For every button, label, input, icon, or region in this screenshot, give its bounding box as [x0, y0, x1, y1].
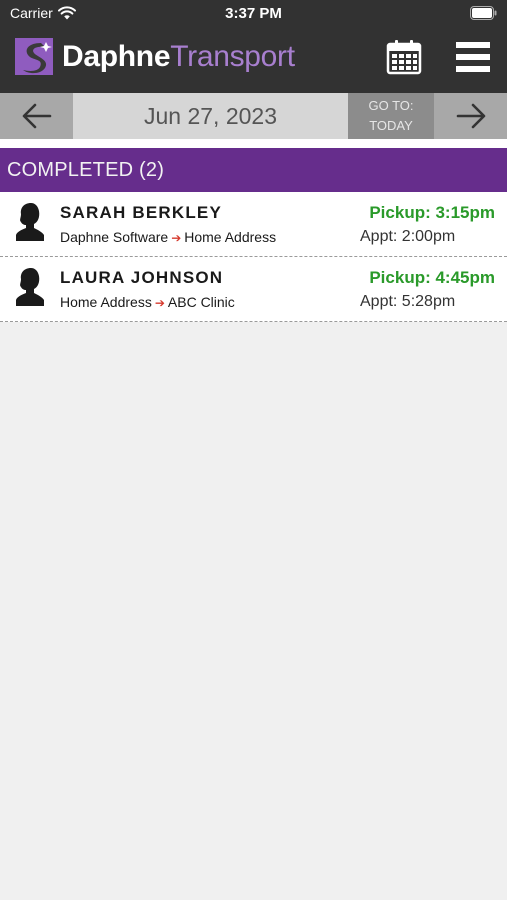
completed-section-header: COMPLETED (2) — [0, 148, 507, 192]
calendar-icon[interactable] — [386, 39, 422, 75]
trip-row[interactable]: LAURA JOHNSON Home Address ➔ ABC Clinic Pi… — [0, 257, 507, 322]
date-navigation: Jun 27, 2023 GO TO: TODAY — [0, 93, 507, 139]
app-header: Carrier 3:37 PM DaphneTransport — [0, 0, 507, 93]
pickup-time: Pickup: 4:45pm — [369, 268, 495, 287]
current-date: Jun 27, 2023 — [73, 93, 348, 139]
screen: Carrier 3:37 PM DaphneTransport Jun 27, … — [0, 0, 507, 900]
trip-list: SARAH BERKLEY Daphne Software ➔ Home Addre… — [0, 192, 507, 322]
trip-route: Daphne Software ➔ Home Address — [60, 229, 276, 245]
person-silhouette-icon — [16, 203, 44, 241]
previous-day-button[interactable] — [0, 93, 73, 139]
pickup-time: Pickup: 3:15pm — [369, 203, 495, 222]
route-arrow-icon: ➔ — [154, 296, 165, 310]
today-label: TODAY — [369, 118, 413, 133]
brand-name-part2: Transport — [170, 40, 295, 73]
route-origin: Daphne Software — [60, 229, 169, 245]
appointment-time: Appt: 2:00pm — [360, 228, 456, 245]
go-to-label: GO TO: — [368, 98, 414, 113]
battery-icon — [470, 6, 497, 20]
next-day-button[interactable] — [434, 93, 507, 139]
route-destination: ABC Clinic — [167, 294, 235, 310]
divider — [0, 139, 507, 148]
trip-row[interactable]: SARAH BERKLEY Daphne Software ➔ Home Addre… — [0, 192, 507, 257]
route-arrow-icon: ➔ — [171, 231, 182, 245]
appointment-time: Appt: 5:28pm — [360, 293, 456, 310]
person-silhouette-icon — [16, 268, 44, 306]
brand-name-part1: Daphne — [62, 40, 171, 73]
arrow-right-icon — [456, 103, 486, 129]
route-origin: Home Address — [60, 294, 152, 310]
status-time: 3:37 PM — [225, 5, 282, 22]
brand-title: DaphneTransport — [62, 39, 295, 75]
hamburger-menu-icon[interactable] — [456, 40, 490, 74]
rider-name: SARAH BERKLEY — [60, 203, 223, 222]
arrow-left-icon — [22, 103, 52, 129]
daphne-logo-icon — [15, 38, 53, 75]
route-destination: Home Address — [184, 229, 277, 245]
go-to-today-button[interactable]: GO TO: TODAY — [348, 93, 434, 139]
status-bar: Carrier 3:37 PM — [0, 0, 507, 28]
rider-name: LAURA JOHNSON — [60, 268, 224, 287]
app-bar: DaphneTransport — [0, 28, 507, 93]
trip-route: Home Address ➔ ABC Clinic — [60, 294, 235, 310]
